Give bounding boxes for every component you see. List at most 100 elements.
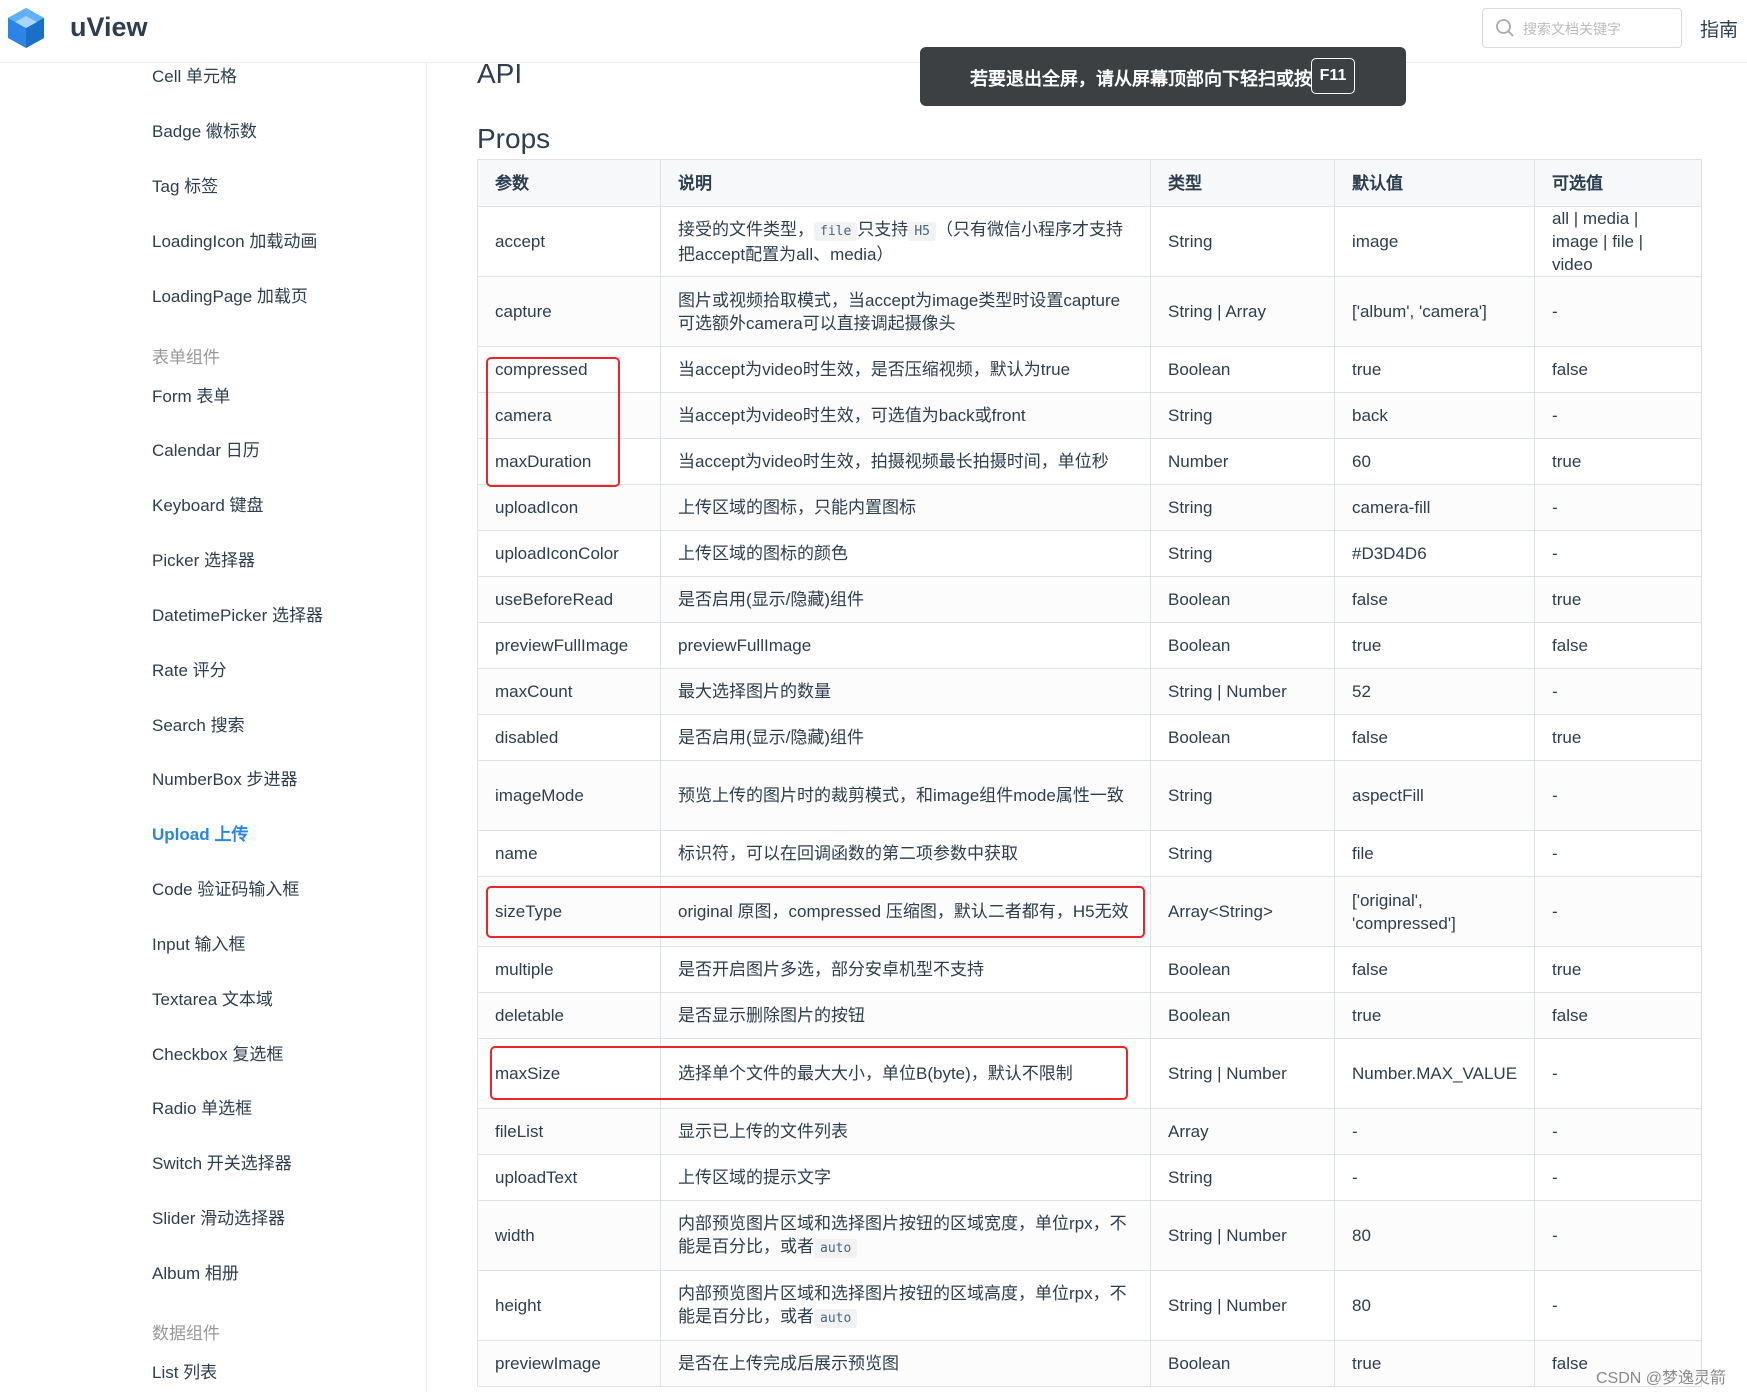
- cell-options: false: [1534, 992, 1702, 1039]
- table-row: capture 图片或视频拾取模式，当accept为image类型时设置captu…: [477, 276, 1702, 347]
- sidebar-item-loadingpage[interactable]: LoadingPage 加载页: [152, 282, 308, 307]
- sidebar-item-calendar[interactable]: Calendar 日历: [152, 436, 260, 461]
- sidebar-item-list[interactable]: List 列表: [152, 1358, 217, 1383]
- cell-options: true: [1534, 438, 1702, 485]
- sidebar-item-numberbox[interactable]: NumberBox 步进器: [152, 765, 297, 790]
- cell-description: 是否在上传完成后展示预览图: [660, 1340, 1151, 1387]
- table-body: accept 接受的文件类型， file 只支持 H5 （只有微信小程序才支持把accep…: [477, 206, 1702, 1387]
- sidebar-item-checkbox[interactable]: Checkbox 复选框: [152, 1040, 283, 1065]
- cell-type: String: [1150, 484, 1335, 531]
- cell-default: back: [1333, 392, 1536, 439]
- cell-options: -: [1534, 876, 1702, 947]
- col-header-desc: 说明: [660, 159, 1151, 207]
- cell-options: true: [1534, 714, 1702, 761]
- cell-param-name: imageMode: [477, 760, 661, 831]
- cell-description: 上传区域的图标，只能内置图标: [660, 484, 1151, 531]
- cell-description: 当accept为video时生效，是否压缩视频，默认为true: [660, 346, 1151, 393]
- fullscreen-exit-toast: 若要退出全屏，请从屏幕顶部向下轻扫或按 F11: [920, 47, 1406, 106]
- cell-description: 标识符，可以在回调函数的第二项参数中获取: [660, 830, 1151, 877]
- sidebar-item-album[interactable]: Album 相册: [152, 1259, 239, 1284]
- cell-type: Array<String>: [1150, 876, 1335, 947]
- sidebar-item-loadingicon[interactable]: LoadingIcon 加载动画: [152, 227, 317, 252]
- cell-description: 是否启用(显示/隐藏)组件: [660, 714, 1151, 761]
- description-text: 上传区域的提示文字: [678, 1168, 831, 1187]
- sidebar-item-radio[interactable]: Radio 单选框: [152, 1094, 252, 1119]
- cell-type: Array: [1150, 1108, 1335, 1155]
- nav-guide-link[interactable]: 指南: [1700, 15, 1738, 42]
- cell-param-name: capture: [477, 276, 661, 347]
- sidebar-group-data: 数据组件: [152, 1324, 220, 1343]
- cell-default: #D3D4D6: [1333, 530, 1536, 577]
- sidebar-item-datetimepicker[interactable]: DatetimePicker 选择器: [152, 601, 323, 626]
- sidebar-item-textarea[interactable]: Textarea 文本域: [152, 985, 273, 1010]
- table-row: maxCount 最大选择图片的数量 String | Number 52-: [477, 668, 1702, 715]
- cell-description: 是否启用(显示/隐藏)组件: [660, 576, 1151, 623]
- cell-description: original 原图，compressed 压缩图，默认二者都有，H5无效: [660, 876, 1151, 947]
- description-text: 标识符，可以在回调函数的第二项参数中获取: [678, 844, 1018, 863]
- table-row: uploadIcon 上传区域的图标，只能内置图标 String camera-fil…: [477, 484, 1702, 531]
- cell-options: -: [1534, 760, 1702, 831]
- search-icon: [1496, 19, 1514, 37]
- cell-type: String: [1150, 830, 1335, 877]
- cell-description: previewFullImage: [660, 622, 1151, 669]
- table-row: camera 当accept为video时生效，可选值为back或front Str…: [477, 392, 1702, 439]
- description-text: 显示已上传的文件列表: [678, 1122, 848, 1141]
- table-row: multiple 是否开启图片多选，部分安卓机型不支持 Boolean false tr…: [477, 946, 1702, 993]
- props-table: 参数 说明 类型 默认值 可选值 accept 接受的文件类型， file 只支持 H5…: [477, 159, 1702, 1387]
- cell-param-name: maxSize: [477, 1038, 661, 1109]
- cell-description: 接受的文件类型， file 只支持 H5 （只有微信小程序才支持把accept配置为al…: [660, 206, 1151, 277]
- cell-param-name: multiple: [477, 946, 661, 993]
- cell-param-name: width: [477, 1200, 661, 1271]
- cell-description: 当accept为video时生效，拍摄视频最长拍摄时间，单位秒: [660, 438, 1151, 485]
- sidebar-item-badge[interactable]: Badge 徽标数: [152, 117, 257, 142]
- sidebar-item-keyboard[interactable]: Keyboard 键盘: [152, 491, 264, 516]
- cell-default: true: [1333, 346, 1536, 393]
- sidebar-item-switch[interactable]: Switch 开关选择器: [152, 1149, 292, 1174]
- cell-type: Boolean: [1150, 946, 1335, 993]
- cell-default: ['original', 'compressed']: [1333, 876, 1536, 947]
- description-text: 是否在上传完成后展示预览图: [678, 1354, 899, 1373]
- table-row: width 内部预览图片区域和选择图片按钮的区域宽度，单位rpx，不能是百分比，或…: [477, 1200, 1702, 1271]
- inline-code: auto: [814, 1238, 858, 1258]
- sidebar-item-form[interactable]: Form 表单: [152, 382, 230, 407]
- table-row: disabled 是否启用(显示/隐藏)组件 Boolean false true: [477, 714, 1702, 761]
- uview-logo-icon[interactable]: [6, 6, 46, 50]
- description-text: 最大选择图片的数量: [678, 682, 831, 701]
- cell-param-name: maxDuration: [477, 438, 661, 485]
- cell-param-name: previewImage: [477, 1340, 661, 1387]
- sidebar-item-tag[interactable]: Tag 标签: [152, 172, 218, 197]
- cell-description: 预览上传的图片时的裁剪模式，和image组件mode属性一致: [660, 760, 1151, 831]
- sidebar-item-upload[interactable]: Upload 上传: [152, 820, 248, 845]
- sidebar-item-code[interactable]: Code 验证码输入框: [152, 875, 299, 900]
- cell-description: 最大选择图片的数量: [660, 668, 1151, 715]
- cell-options: false: [1534, 622, 1702, 669]
- table-row: previewImage 是否在上传完成后展示预览图 Boolean true fals…: [477, 1340, 1702, 1387]
- cell-default: 80: [1333, 1270, 1536, 1341]
- cell-type: String: [1150, 530, 1335, 577]
- cell-options: -: [1534, 276, 1702, 347]
- table-row: maxDuration 当accept为video时生效，拍摄视频最长拍摄时间，单…: [477, 438, 1702, 485]
- sidebar-group-form: 表单组件: [152, 348, 220, 367]
- cell-param-name: fileList: [477, 1108, 661, 1155]
- cell-description: 内部预览图片区域和选择图片按钮的区域高度，单位rpx，不能是百分比，或者 auto: [660, 1270, 1151, 1341]
- sidebar-item-cell[interactable]: Cell 单元格: [152, 62, 237, 87]
- cell-param-name: camera: [477, 392, 661, 439]
- table-row: previewFullImage previewFullImage Boolean t…: [477, 622, 1702, 669]
- cell-options: -: [1534, 1200, 1702, 1271]
- cell-type: String | Number: [1150, 668, 1335, 715]
- cell-description: 是否显示删除图片的按钮: [660, 992, 1151, 1039]
- sidebar-item-picker[interactable]: Picker 选择器: [152, 546, 255, 571]
- search-box[interactable]: 搜索文档关键字: [1482, 8, 1682, 48]
- cell-description: 选择单个文件的最大大小，单位B(byte)，默认不限制: [660, 1038, 1151, 1109]
- cell-param-name: compressed: [477, 346, 661, 393]
- brand-name[interactable]: uView: [70, 12, 148, 43]
- sidebar-item-rate[interactable]: Rate 评分: [152, 656, 227, 681]
- sidebar-item-search[interactable]: Search 搜索: [152, 711, 245, 736]
- sidebar-item-slider[interactable]: Slider 滑动选择器: [152, 1204, 285, 1229]
- description-text: 选择单个文件的最大大小，单位B(byte)，默认不限制: [678, 1064, 1073, 1083]
- description-text: 图片或视频拾取模式，当accept为image类型时设置capture可选额外c…: [678, 290, 1121, 333]
- cell-type: Number: [1150, 438, 1335, 485]
- description-text: original 原图，compressed 压缩图，默认二者都有，H5无效: [678, 902, 1129, 921]
- description-text: 是否启用(显示/隐藏)组件: [678, 728, 865, 747]
- sidebar-item-input[interactable]: Input 输入框: [152, 930, 246, 955]
